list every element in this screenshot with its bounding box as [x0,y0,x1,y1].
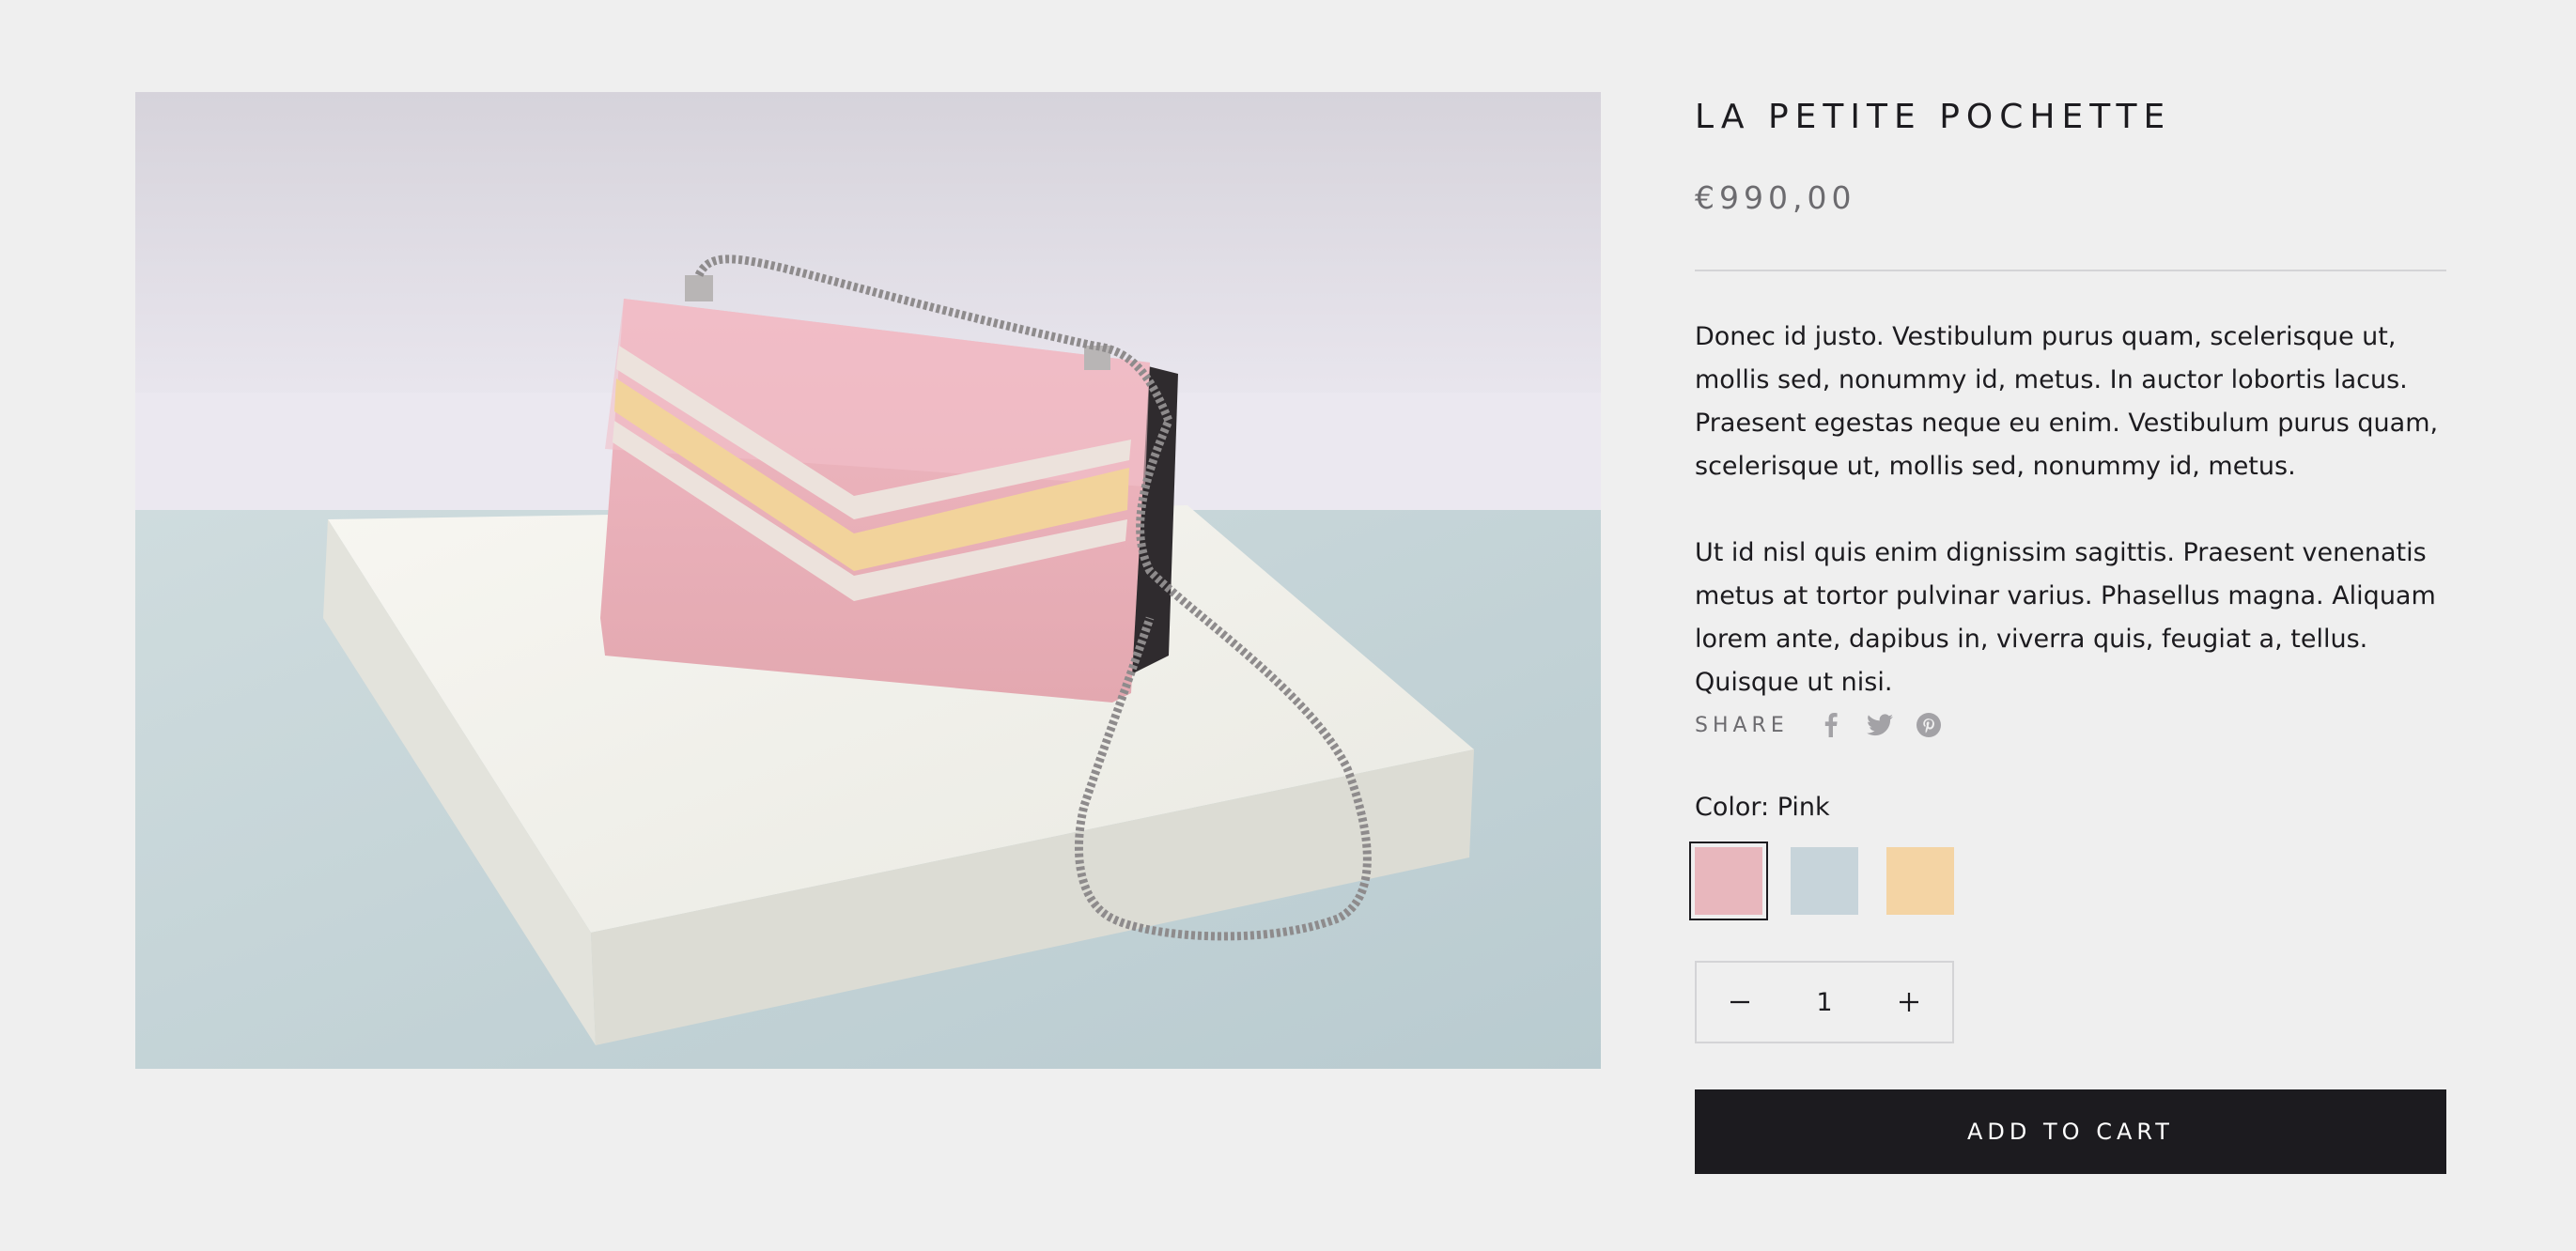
facebook-icon[interactable] [1817,711,1845,739]
product-description-2: Ut id nisl quis enim dignissim sagittis.… [1695,538,2436,697]
color-label: Color: Pink [1695,793,1830,822]
plus-icon [1900,993,1918,1012]
product-image[interactable] [135,92,1601,1069]
color-swatches [1689,842,1954,920]
handbag-photo [135,92,1601,1069]
product-page: LA PETITE POCHETTE €990,00 Donec id just… [0,0,2576,1251]
product-title: LA PETITE POCHETTE [1695,98,2172,136]
product-description-1: Donec id justo. Vestibulum purus quam, s… [1695,322,2439,481]
swatch-yellow[interactable] [1886,847,1954,915]
minus-icon [1730,1000,1749,1004]
twitter-icon[interactable] [1866,711,1894,739]
product-price: €990,00 [1695,179,1856,216]
share-bar: SHARE [1695,711,1963,739]
swatch-blue[interactable] [1791,847,1858,915]
divider [1695,270,2446,271]
swatch-pink[interactable] [1689,842,1768,920]
add-to-cart-button[interactable]: ADD TO CART [1695,1089,2446,1174]
share-label: SHARE [1695,713,1789,737]
quantity-value[interactable]: 1 [1783,988,1866,1017]
pinterest-icon[interactable] [1915,711,1943,739]
decrease-quantity-button[interactable] [1697,963,1783,1042]
quantity-stepper: 1 [1695,961,1954,1043]
increase-quantity-button[interactable] [1866,963,1952,1042]
